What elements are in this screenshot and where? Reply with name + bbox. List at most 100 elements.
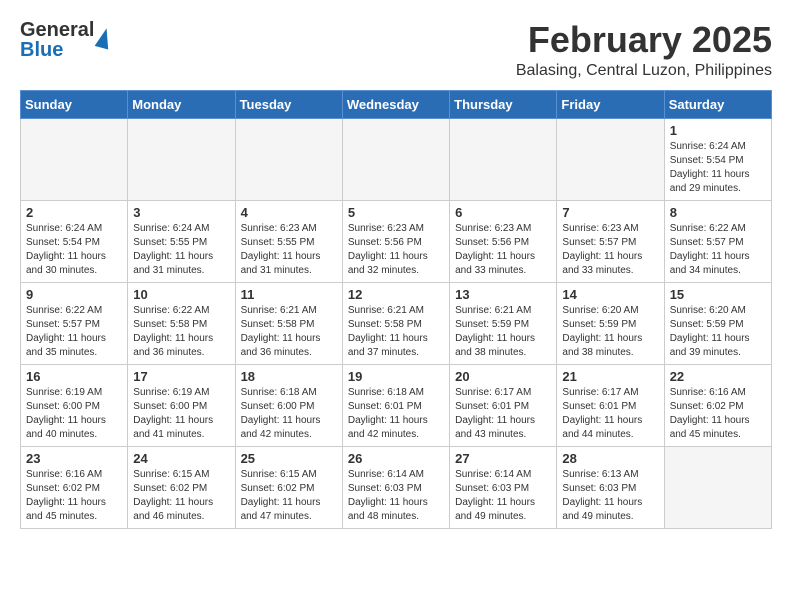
calendar-cell: 13 Sunrise: 6:21 AM Sunset: 5:59 PM Dayli… <box>450 282 557 364</box>
day-number: 24 <box>133 451 229 466</box>
calendar-cell: 19Sunrise: 6:18 AM Sunset: 6:01 PM Dayli… <box>342 364 449 446</box>
calendar-cell: 15 Sunrise: 6:20 AM Sunset: 5:59 PM Dayli… <box>664 282 771 364</box>
week-row-2: 2 Sunrise: 6:24 AM Sunset: 5:54 PM Daylig… <box>21 200 772 282</box>
day-number: 27 <box>455 451 551 466</box>
calendar-cell: 14Sunrise: 6:20 AM Sunset: 5:59 PM Dayli… <box>557 282 664 364</box>
logo-triangle-icon <box>95 26 114 49</box>
logo: General Blue <box>20 20 111 60</box>
calendar-table: SundayMondayTuesdayWednesdayThursdayFrid… <box>20 90 772 529</box>
day-info: Sunrise: 6:17 AM Sunset: 6:01 PM Dayligh… <box>562 386 658 442</box>
calendar-cell: 23Sunrise: 6:16 AM Sunset: 6:02 PM Dayli… <box>21 446 128 528</box>
weekday-header-wednesday: Wednesday <box>342 90 449 118</box>
logo-line2: Blue <box>20 40 94 60</box>
day-info: Sunrise: 6:23 AM Sunset: 5:57 PM Dayligh… <box>562 222 658 278</box>
day-number: 4 <box>241 205 337 220</box>
day-number: 6 <box>455 205 551 220</box>
calendar-cell: 10Sunrise: 6:22 AM Sunset: 5:58 PM Dayli… <box>128 282 235 364</box>
calendar-cell: 8 Sunrise: 6:22 AM Sunset: 5:57 PM Daylig… <box>664 200 771 282</box>
day-info: Sunrise: 6:21 AM Sunset: 5:58 PM Dayligh… <box>241 304 337 360</box>
day-info: Sunrise: 6:24 AM Sunset: 5:54 PM Dayligh… <box>670 140 766 196</box>
calendar-cell: 1 Sunrise: 6:24 AM Sunset: 5:54 PM Daylig… <box>664 118 771 200</box>
calendar-cell: 21 Sunrise: 6:17 AM Sunset: 6:01 PM Dayli… <box>557 364 664 446</box>
month-title: February 2025 <box>516 20 772 60</box>
day-info: Sunrise: 6:23 AM Sunset: 5:55 PM Dayligh… <box>241 222 337 278</box>
calendar-cell: 3 Sunrise: 6:24 AM Sunset: 5:55 PM Daylig… <box>128 200 235 282</box>
week-row-5: 23Sunrise: 6:16 AM Sunset: 6:02 PM Dayli… <box>21 446 772 528</box>
day-number: 3 <box>133 205 229 220</box>
calendar-cell: 17Sunrise: 6:19 AM Sunset: 6:00 PM Dayli… <box>128 364 235 446</box>
calendar-cell: 2 Sunrise: 6:24 AM Sunset: 5:54 PM Daylig… <box>21 200 128 282</box>
calendar-cell: 4 Sunrise: 6:23 AM Sunset: 5:55 PM Daylig… <box>235 200 342 282</box>
day-info: Sunrise: 6:13 AM Sunset: 6:03 PM Dayligh… <box>562 468 658 524</box>
day-number: 12 <box>348 287 444 302</box>
day-number: 15 <box>670 287 766 302</box>
calendar-cell <box>235 118 342 200</box>
calendar-cell: 25Sunrise: 6:15 AM Sunset: 6:02 PM Dayli… <box>235 446 342 528</box>
location-title: Balasing, Central Luzon, Philippines <box>516 62 772 80</box>
day-info: Sunrise: 6:15 AM Sunset: 6:02 PM Dayligh… <box>241 468 337 524</box>
calendar-cell <box>664 446 771 528</box>
day-number: 16 <box>26 369 122 384</box>
week-row-4: 16 Sunrise: 6:19 AM Sunset: 6:00 PM Dayli… <box>21 364 772 446</box>
calendar-cell <box>21 118 128 200</box>
week-row-3: 9 Sunrise: 6:22 AM Sunset: 5:57 PM Daylig… <box>21 282 772 364</box>
day-info: Sunrise: 6:24 AM Sunset: 5:54 PM Dayligh… <box>26 222 122 278</box>
calendar-cell: 18 Sunrise: 6:18 AM Sunset: 6:00 PM Dayli… <box>235 364 342 446</box>
day-number: 7 <box>562 205 658 220</box>
calendar-cell: 7 Sunrise: 6:23 AM Sunset: 5:57 PM Daylig… <box>557 200 664 282</box>
day-info: Sunrise: 6:23 AM Sunset: 5:56 PM Dayligh… <box>348 222 444 278</box>
day-number: 8 <box>670 205 766 220</box>
day-number: 13 <box>455 287 551 302</box>
day-info: Sunrise: 6:20 AM Sunset: 5:59 PM Dayligh… <box>562 304 658 360</box>
day-info: Sunrise: 6:16 AM Sunset: 6:02 PM Dayligh… <box>670 386 766 442</box>
day-number: 9 <box>26 287 122 302</box>
title-area: February 2025 Balasing, Central Luzon, P… <box>516 20 772 80</box>
day-number: 1 <box>670 123 766 138</box>
weekday-header-thursday: Thursday <box>450 90 557 118</box>
day-number: 5 <box>348 205 444 220</box>
day-number: 21 <box>562 369 658 384</box>
week-row-1: 1 Sunrise: 6:24 AM Sunset: 5:54 PM Daylig… <box>21 118 772 200</box>
calendar-cell: 11 Sunrise: 6:21 AM Sunset: 5:58 PM Dayli… <box>235 282 342 364</box>
day-info: Sunrise: 6:18 AM Sunset: 6:01 PM Dayligh… <box>348 386 444 442</box>
day-number: 23 <box>26 451 122 466</box>
day-info: Sunrise: 6:17 AM Sunset: 6:01 PM Dayligh… <box>455 386 551 442</box>
day-info: Sunrise: 6:15 AM Sunset: 6:02 PM Dayligh… <box>133 468 229 524</box>
day-info: Sunrise: 6:21 AM Sunset: 5:58 PM Dayligh… <box>348 304 444 360</box>
calendar-cell: 20 Sunrise: 6:17 AM Sunset: 6:01 PM Dayli… <box>450 364 557 446</box>
day-number: 2 <box>26 205 122 220</box>
calendar-cell: 26Sunrise: 6:14 AM Sunset: 6:03 PM Dayli… <box>342 446 449 528</box>
day-number: 26 <box>348 451 444 466</box>
day-info: Sunrise: 6:19 AM Sunset: 6:00 PM Dayligh… <box>26 386 122 442</box>
weekday-header-monday: Monday <box>128 90 235 118</box>
day-info: Sunrise: 6:18 AM Sunset: 6:00 PM Dayligh… <box>241 386 337 442</box>
day-info: Sunrise: 6:22 AM Sunset: 5:57 PM Dayligh… <box>26 304 122 360</box>
day-info: Sunrise: 6:21 AM Sunset: 5:59 PM Dayligh… <box>455 304 551 360</box>
logo-general-text: General <box>20 19 94 41</box>
day-info: Sunrise: 6:19 AM Sunset: 6:00 PM Dayligh… <box>133 386 229 442</box>
day-info: Sunrise: 6:20 AM Sunset: 5:59 PM Dayligh… <box>670 304 766 360</box>
day-number: 11 <box>241 287 337 302</box>
header: General Blue February 2025 Balasing, Cen… <box>20 20 772 80</box>
calendar-cell <box>128 118 235 200</box>
calendar-cell: 22 Sunrise: 6:16 AM Sunset: 6:02 PM Dayli… <box>664 364 771 446</box>
calendar-cell <box>342 118 449 200</box>
calendar-cell <box>557 118 664 200</box>
day-info: Sunrise: 6:23 AM Sunset: 5:56 PM Dayligh… <box>455 222 551 278</box>
weekday-header-saturday: Saturday <box>664 90 771 118</box>
logo-line1: General <box>20 20 94 40</box>
day-number: 22 <box>670 369 766 384</box>
calendar-cell: 6 Sunrise: 6:23 AM Sunset: 5:56 PM Daylig… <box>450 200 557 282</box>
calendar-cell: 5 Sunrise: 6:23 AM Sunset: 5:56 PM Daylig… <box>342 200 449 282</box>
calendar-cell <box>450 118 557 200</box>
calendar-cell: 12 Sunrise: 6:21 AM Sunset: 5:58 PM Dayli… <box>342 282 449 364</box>
day-number: 18 <box>241 369 337 384</box>
calendar-cell: 9 Sunrise: 6:22 AM Sunset: 5:57 PM Daylig… <box>21 282 128 364</box>
weekday-header-friday: Friday <box>557 90 664 118</box>
day-info: Sunrise: 6:22 AM Sunset: 5:57 PM Dayligh… <box>670 222 766 278</box>
calendar-cell: 27Sunrise: 6:14 AM Sunset: 6:03 PM Dayli… <box>450 446 557 528</box>
day-number: 20 <box>455 369 551 384</box>
day-number: 10 <box>133 287 229 302</box>
calendar-cell: 16 Sunrise: 6:19 AM Sunset: 6:00 PM Dayli… <box>21 364 128 446</box>
day-info: Sunrise: 6:24 AM Sunset: 5:55 PM Dayligh… <box>133 222 229 278</box>
